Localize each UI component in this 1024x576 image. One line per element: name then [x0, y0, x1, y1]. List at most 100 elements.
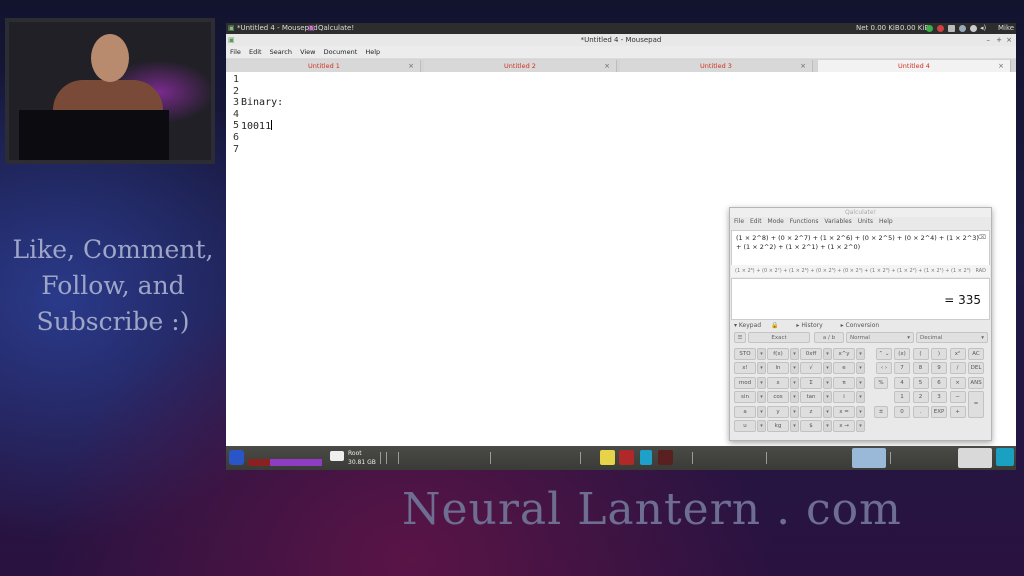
key-options-button[interactable]: ▾: [856, 420, 865, 432]
calc-key[interactable]: tan: [800, 391, 822, 404]
calc-key[interactable]: 8: [912, 362, 929, 375]
tab-close-icon[interactable]: ×: [800, 60, 806, 72]
calc-key[interactable]: cos: [767, 391, 789, 404]
active-window-task[interactable]: *Untitled 4 - Mousepad: [237, 23, 318, 34]
tab-untitled-3[interactable]: Untitled 3 ×: [620, 60, 813, 72]
notes-app-icon[interactable]: [600, 450, 615, 465]
menu-search[interactable]: Search: [270, 48, 292, 56]
menu-document[interactable]: Document: [324, 48, 358, 56]
start-menu-icon[interactable]: [229, 450, 244, 465]
status-ok-icon[interactable]: [926, 25, 933, 32]
tab-conversion[interactable]: ▸ Conversion: [841, 322, 888, 329]
tab-untitled-1[interactable]: Untitled 1 ×: [228, 60, 421, 72]
key-options-button[interactable]: ▾: [823, 376, 832, 389]
calc-key[interactable]: √: [800, 362, 822, 375]
calc-key[interactable]: x!: [734, 362, 756, 375]
key-options-button[interactable]: ▾: [790, 376, 799, 389]
keypad-menu-icon[interactable]: ☰: [734, 332, 746, 343]
key-options-button[interactable]: ▾: [856, 376, 865, 389]
calc-key[interactable]: 0: [894, 405, 910, 418]
calc-key[interactable]: 6: [931, 376, 947, 389]
close-icon[interactable]: ×: [1006, 34, 1012, 46]
calc-menu-mode[interactable]: Mode: [768, 218, 784, 225]
calc-key[interactable]: .: [912, 405, 929, 418]
calc-key[interactable]: ln: [767, 362, 789, 375]
key-options-button[interactable]: ▾: [856, 405, 865, 418]
calc-key[interactable]: x =: [833, 405, 855, 418]
calc-key[interactable]: x →: [833, 420, 855, 432]
menu-edit[interactable]: Edit: [249, 48, 262, 56]
calc-key[interactable]: x: [767, 376, 789, 389]
key-options-button[interactable]: ▾: [757, 348, 766, 360]
tab-history[interactable]: ▸ History: [796, 322, 830, 329]
tab-close-icon[interactable]: ×: [408, 60, 414, 72]
calc-key[interactable]: y: [767, 405, 789, 418]
mode-select[interactable]: Normal ▾: [846, 332, 914, 343]
terminal-app-icon[interactable]: [619, 450, 634, 465]
calc-key[interactable]: (x): [894, 348, 910, 360]
menu-view[interactable]: View: [300, 48, 315, 56]
fraction-toggle[interactable]: a / b: [814, 332, 844, 343]
exact-toggle[interactable]: Exact: [748, 332, 810, 343]
calc-menu-functions[interactable]: Functions: [790, 218, 819, 225]
angle-unit[interactable]: RAD: [975, 265, 986, 277]
tab-close-icon[interactable]: ×: [998, 60, 1004, 72]
editor-text[interactable]: ​​Binary:​10011: [241, 74, 283, 133]
base-select[interactable]: Decimal ▾: [916, 332, 988, 343]
calc-menu-file[interactable]: File: [734, 218, 744, 225]
calc-key[interactable]: Σ: [800, 376, 822, 389]
qalculate-window-task[interactable]: Qalculate!: [318, 23, 354, 34]
calc-key[interactable]: (: [912, 348, 929, 360]
calc-menu-variables[interactable]: Variables: [824, 218, 851, 225]
calc-menu-help[interactable]: Help: [879, 218, 893, 225]
calc-key[interactable]: f(x): [767, 348, 789, 360]
mobile-app-icon[interactable]: [640, 450, 652, 465]
calc-key[interactable]: +: [949, 405, 966, 418]
calc-key[interactable]: z: [800, 405, 822, 418]
cursor-up-icon[interactable]: ⌃ ⌄: [876, 348, 892, 360]
calc-key[interactable]: ): [931, 348, 947, 360]
calc-menu-edit[interactable]: Edit: [750, 218, 762, 225]
calc-key[interactable]: a: [734, 405, 756, 418]
calc-key[interactable]: DEL: [968, 362, 984, 375]
volume-icon[interactable]: ◂): [980, 23, 986, 34]
calc-key[interactable]: ±: [874, 405, 888, 418]
key-options-button[interactable]: ▾: [856, 362, 865, 375]
tab-untitled-2[interactable]: Untitled 2 ×: [424, 60, 617, 72]
calc-key[interactable]: =: [968, 391, 984, 418]
key-options-button[interactable]: ▾: [823, 405, 832, 418]
network-icon[interactable]: [959, 25, 966, 32]
key-options-button[interactable]: ▾: [757, 376, 766, 389]
mpx-app-icon[interactable]: [658, 450, 673, 465]
workspace-switcher-icon[interactable]: [996, 448, 1014, 466]
calc-key[interactable]: 1: [894, 391, 910, 404]
calc-key[interactable]: ANS: [968, 376, 984, 389]
calc-key[interactable]: 2: [912, 391, 929, 404]
key-options-button[interactable]: ▾: [823, 348, 832, 360]
cursor-left-right-icon[interactable]: ‹ ›: [876, 362, 892, 375]
calc-key[interactable]: x²: [949, 348, 966, 360]
tab-untitled-4[interactable]: Untitled 4 ×: [818, 60, 1011, 72]
key-options-button[interactable]: ▾: [823, 420, 832, 432]
calc-key[interactable]: %: [874, 376, 888, 389]
calc-key[interactable]: $: [800, 420, 822, 432]
menu-help[interactable]: Help: [365, 48, 380, 56]
calc-key[interactable]: u: [734, 420, 756, 432]
key-options-button[interactable]: ▾: [757, 405, 766, 418]
calc-menu-units[interactable]: Units: [858, 218, 873, 225]
user-menu[interactable]: Mike: [998, 23, 1014, 34]
calc-key[interactable]: 9: [931, 362, 947, 375]
minimize-icon[interactable]: –: [987, 34, 991, 46]
key-options-button[interactable]: ▾: [790, 391, 799, 404]
calc-key[interactable]: /: [949, 362, 966, 375]
key-options-button[interactable]: ▾: [856, 391, 865, 404]
calc-key[interactable]: i: [833, 391, 855, 404]
calc-key[interactable]: 3: [931, 391, 947, 404]
key-options-button[interactable]: ▾: [823, 362, 832, 375]
alert-icon[interactable]: [937, 25, 944, 32]
file-manager-taskbar-button[interactable]: [958, 448, 992, 468]
key-options-button[interactable]: ▾: [856, 348, 865, 360]
calc-key[interactable]: 4: [894, 376, 910, 389]
key-options-button[interactable]: ▾: [823, 391, 832, 404]
calc-key[interactable]: 0xff: [800, 348, 822, 360]
